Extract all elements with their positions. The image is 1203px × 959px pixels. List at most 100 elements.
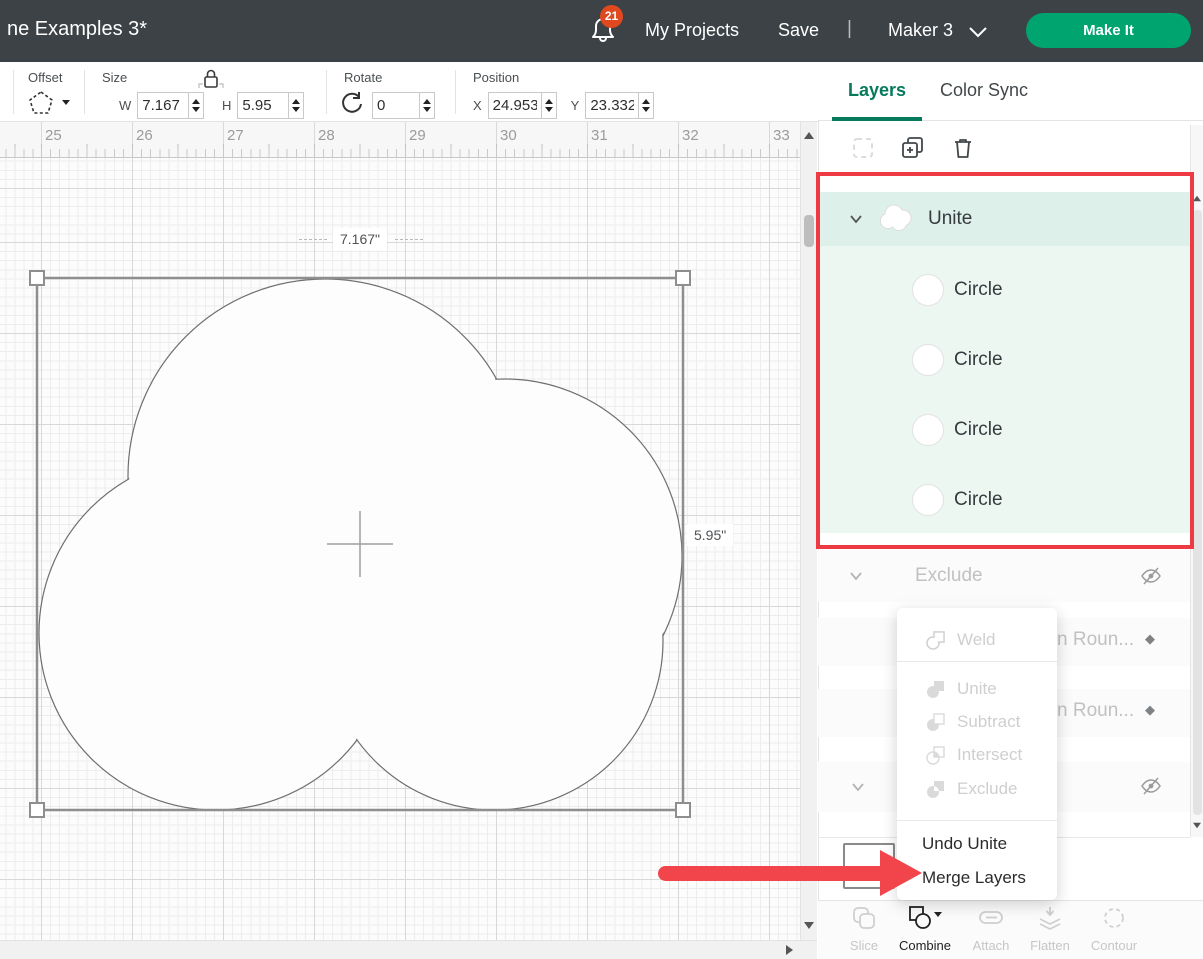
- layer-item-circle[interactable]: Circle: [912, 274, 1003, 306]
- rotate-icon[interactable]: [338, 90, 364, 116]
- chevron-down-icon[interactable]: [848, 211, 864, 227]
- duplicate-icon[interactable]: [901, 136, 925, 160]
- panel-scroll-down-icon[interactable]: [1193, 823, 1201, 829]
- scroll-up-icon[interactable]: [804, 132, 814, 139]
- chevron-down-icon[interactable]: [848, 568, 864, 584]
- attach-icon: [977, 905, 1005, 931]
- flatten-button: Flatten: [1024, 905, 1076, 953]
- width-stepper[interactable]: [189, 92, 204, 119]
- rotate-input[interactable]: [372, 92, 420, 119]
- layer-item-circle[interactable]: Circle: [912, 414, 1003, 446]
- circle-thumbnail-icon: [912, 414, 944, 446]
- combine-button[interactable]: Combine: [896, 905, 954, 953]
- panel-scroll-up-icon[interactable]: [1193, 196, 1201, 202]
- panel-tabs: Layers Color Sync: [818, 62, 1203, 121]
- machine-selector[interactable]: Maker 3: [888, 20, 953, 41]
- circle-thumbnail-icon: [912, 484, 944, 516]
- menu-item-label: Unite: [957, 679, 997, 699]
- menu-item-weld: Weld: [897, 620, 1057, 660]
- position-x-stepper[interactable]: [542, 92, 557, 119]
- combine-icon: [907, 905, 943, 931]
- menu-item-unite: Unite: [897, 672, 1057, 705]
- make-it-button[interactable]: Make It: [1026, 13, 1191, 48]
- canvas-vertical-scrollbar[interactable]: [800, 122, 817, 940]
- layer-item-circle[interactable]: Circle: [912, 344, 1003, 376]
- rotate-label: Rotate: [344, 70, 382, 85]
- menu-item-exclude: Exclude: [897, 771, 1057, 806]
- panel-bottom-toolbar: Slice Combine Attach Flatten: [818, 900, 1203, 959]
- annotation-arrow-head-icon: [880, 850, 922, 896]
- offset-label: Offset: [28, 70, 62, 85]
- tool-label: Contour: [1086, 938, 1142, 953]
- position-label: Position: [473, 70, 519, 85]
- lock-icon[interactable]: [198, 66, 224, 92]
- width-axis-label: W: [119, 98, 131, 113]
- circle-thumbnail-icon: [912, 344, 944, 376]
- slice-button: Slice: [842, 905, 886, 953]
- width-dimension-label: 7.167": [333, 228, 387, 250]
- sync-diamond-icon: ◆: [1145, 631, 1155, 647]
- panel-scrollbar[interactable]: [1190, 125, 1203, 837]
- layer-label: Circle: [954, 279, 1003, 301]
- cricut-design-space: ne Examples 3* 21 My Projects Save | Mak…: [0, 0, 1203, 959]
- height-dimension-label: 5.95": [687, 524, 733, 546]
- intersect-icon: [925, 744, 947, 766]
- menu-item-label: Subtract: [957, 712, 1020, 732]
- scroll-right-icon[interactable]: [786, 945, 793, 955]
- nav-my-projects[interactable]: My Projects: [645, 20, 739, 41]
- position-x-input[interactable]: [488, 92, 542, 119]
- tool-label: Flatten: [1024, 938, 1076, 953]
- layer-label: n Roun...: [1057, 700, 1134, 722]
- width-input[interactable]: [137, 92, 189, 119]
- chevron-down-icon[interactable]: [968, 26, 988, 38]
- layer-group-exclude[interactable]: Exclude: [818, 550, 1190, 602]
- top-header: ne Examples 3* 21 My Projects Save | Mak…: [0, 0, 1203, 62]
- tab-layers[interactable]: Layers: [848, 80, 906, 101]
- flatten-icon: [1036, 905, 1064, 931]
- nav-save[interactable]: Save: [778, 20, 819, 41]
- panel-scroll-thumb[interactable]: [1193, 210, 1202, 815]
- unite-icon: [925, 678, 947, 700]
- position-y-stepper[interactable]: [639, 92, 654, 119]
- offset-icon[interactable]: [28, 90, 56, 116]
- tab-color-sync[interactable]: Color Sync: [940, 80, 1028, 101]
- circle-thumbnail-icon: [912, 274, 944, 306]
- eye-slash-icon[interactable]: [1140, 565, 1162, 587]
- unite-children-block: Circle Circle Circle Circle: [818, 246, 1190, 533]
- menu-item-label: Weld: [957, 630, 995, 650]
- attach-button: Attach: [966, 905, 1016, 953]
- project-title: ne Examples 3*: [7, 18, 147, 41]
- scroll-down-icon[interactable]: [804, 922, 814, 929]
- notification-badge: 21: [600, 5, 623, 28]
- active-tab-underline: [832, 117, 922, 121]
- rotate-stepper[interactable]: [420, 92, 435, 119]
- tool-label: Attach: [966, 938, 1016, 953]
- layer-label: Unite: [928, 208, 972, 230]
- contour-icon: [1101, 905, 1127, 931]
- chevron-down-icon[interactable]: [850, 779, 866, 795]
- sync-diamond-icon: ◆: [1145, 702, 1155, 718]
- edit-toolbar: Offset Size W H Rotate: [0, 62, 818, 122]
- height-stepper[interactable]: [289, 92, 304, 119]
- vertical-scroll-thumb[interactable]: [804, 215, 814, 247]
- canvas-horizontal-scrollbar[interactable]: [0, 940, 817, 959]
- tool-label: Combine: [896, 938, 954, 953]
- trash-icon[interactable]: [951, 136, 975, 160]
- layer-label: Circle: [954, 489, 1003, 511]
- contour-button: Contour: [1086, 905, 1142, 953]
- eye-slash-icon[interactable]: [1140, 775, 1162, 797]
- layer-label: Circle: [954, 349, 1003, 371]
- height-input[interactable]: [237, 92, 289, 119]
- layer-item-circle[interactable]: Circle: [912, 484, 1003, 516]
- size-label: Size: [102, 70, 127, 85]
- layer-group-unite[interactable]: Unite: [818, 192, 1190, 246]
- menu-item-label: Merge Layers: [922, 868, 1026, 888]
- quatrefoil-shape[interactable]: [0, 122, 800, 940]
- menu-item-label: Undo Unite: [922, 834, 1007, 854]
- annotation-arrow: [658, 866, 886, 881]
- offset-caret-icon[interactable]: [62, 100, 70, 105]
- subtract-icon: [925, 711, 947, 733]
- select-all-icon: [851, 136, 875, 160]
- position-y-input[interactable]: [585, 92, 639, 119]
- unite-thumbnail-icon: [876, 202, 918, 236]
